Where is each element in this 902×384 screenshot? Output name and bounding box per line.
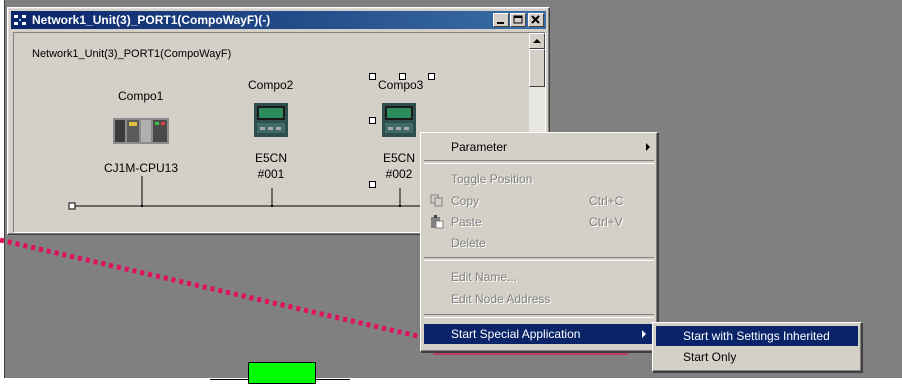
- menu-item-copy[interactable]: Copy Ctrl+C: [424, 191, 654, 211]
- menu-item-start-special-application[interactable]: Start Special Application: [424, 324, 654, 344]
- menu-item-start-with-settings-inherited[interactable]: Start with Settings Inherited: [656, 326, 858, 346]
- menu-item-shortcut: Ctrl+V: [589, 215, 623, 229]
- menu-separator: [424, 314, 654, 318]
- menu-item-label: Delete: [451, 236, 486, 250]
- menu-item-label: Parameter: [451, 140, 508, 154]
- menu-item-toggle-position[interactable]: Toggle Position: [424, 169, 654, 189]
- menu-item-label: Paste: [451, 215, 482, 229]
- menu-item-start-only[interactable]: Start Only: [656, 347, 858, 367]
- menu-item-label: Edit Name...: [451, 270, 518, 284]
- menu-item-edit-node-address[interactable]: Edit Node Address: [424, 289, 654, 309]
- menu-item-delete[interactable]: Delete: [424, 233, 654, 253]
- menu-item-label: Start with Settings Inherited: [683, 329, 830, 343]
- submenu-arrow-icon: [642, 330, 646, 338]
- menu-item-label: Copy: [451, 194, 480, 208]
- menu-item-label: Edit Node Address: [451, 292, 551, 306]
- paste-icon: [431, 215, 444, 229]
- menu-item-label: Start Special Application: [451, 327, 581, 341]
- context-menu: Parameter Toggle Position Copy Ctrl+C Pa…: [420, 132, 658, 352]
- green-indicator: [248, 362, 316, 384]
- submenu: Start with Settings Inherited Start Only: [652, 322, 862, 372]
- menu-item-parameter[interactable]: Parameter: [424, 137, 654, 157]
- menu-separator: [424, 257, 654, 261]
- copy-icon: [430, 194, 443, 207]
- menu-item-label: Start Only: [683, 350, 737, 364]
- menu-item-paste[interactable]: Paste Ctrl+V: [424, 212, 654, 232]
- menu-item-shortcut: Ctrl+C: [589, 194, 624, 208]
- menu-item-edit-name[interactable]: Edit Name...: [424, 267, 654, 287]
- menu-item-label: Toggle Position: [451, 172, 533, 186]
- submenu-arrow-icon: [646, 143, 650, 151]
- menu-separator: [424, 160, 654, 164]
